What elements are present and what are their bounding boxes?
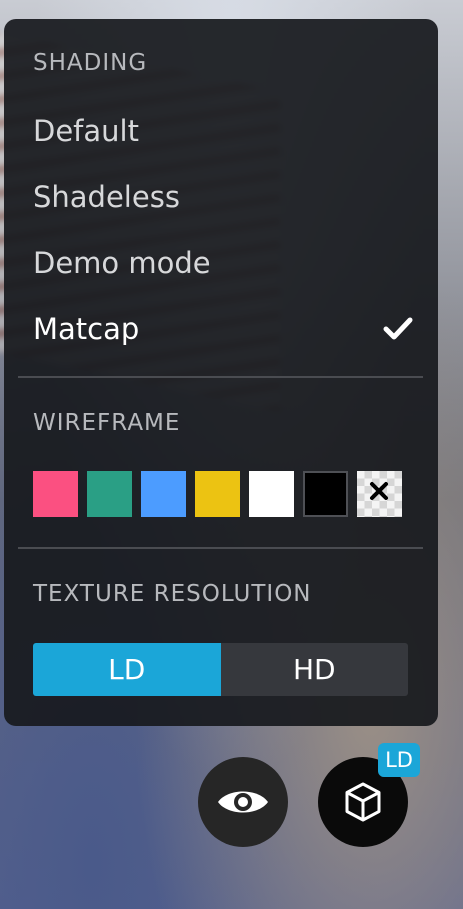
- wireframe-color-pink[interactable]: [33, 471, 78, 517]
- shading-option-label: Default: [33, 114, 139, 148]
- wireframe-color-yellow[interactable]: [195, 471, 240, 517]
- shading-option-label: Demo mode: [33, 246, 211, 280]
- shading-section-title: SHADING: [33, 50, 148, 76]
- eye-icon: [218, 791, 268, 813]
- divider: [18, 376, 423, 378]
- divider: [18, 547, 423, 549]
- texture-hd-button[interactable]: HD: [220, 643, 408, 696]
- texture-ld-button[interactable]: LD: [33, 643, 221, 696]
- view-settings-button[interactable]: [198, 757, 288, 847]
- render-settings-panel: SHADING Default Shadeless Demo mode Matc…: [4, 19, 438, 726]
- shading-option-default[interactable]: Default: [33, 105, 413, 157]
- texture-resolution-toggle: LD HD: [33, 643, 408, 696]
- wireframe-color-blue[interactable]: [141, 471, 186, 517]
- texture-resolution-badge: LD: [378, 743, 420, 777]
- shading-option-shadeless[interactable]: Shadeless: [33, 171, 413, 223]
- texture-resolution-section-title: TEXTURE RESOLUTION: [33, 581, 312, 607]
- shading-option-label: Shadeless: [33, 180, 180, 214]
- shading-option-demo-mode[interactable]: Demo mode: [33, 237, 413, 289]
- wireframe-color-none[interactable]: [357, 471, 402, 517]
- wireframe-color-white[interactable]: [249, 471, 294, 517]
- shading-option-label: Matcap: [33, 312, 140, 346]
- wireframe-color-green[interactable]: [87, 471, 132, 517]
- close-icon: [370, 482, 388, 500]
- checkmark-icon: [383, 317, 413, 340]
- wireframe-section-title: WIREFRAME: [33, 410, 181, 436]
- wireframe-color-swatches: [33, 471, 402, 517]
- shading-option-matcap[interactable]: Matcap: [33, 303, 413, 355]
- wireframe-color-black[interactable]: [303, 471, 348, 517]
- cube-icon: [345, 782, 381, 822]
